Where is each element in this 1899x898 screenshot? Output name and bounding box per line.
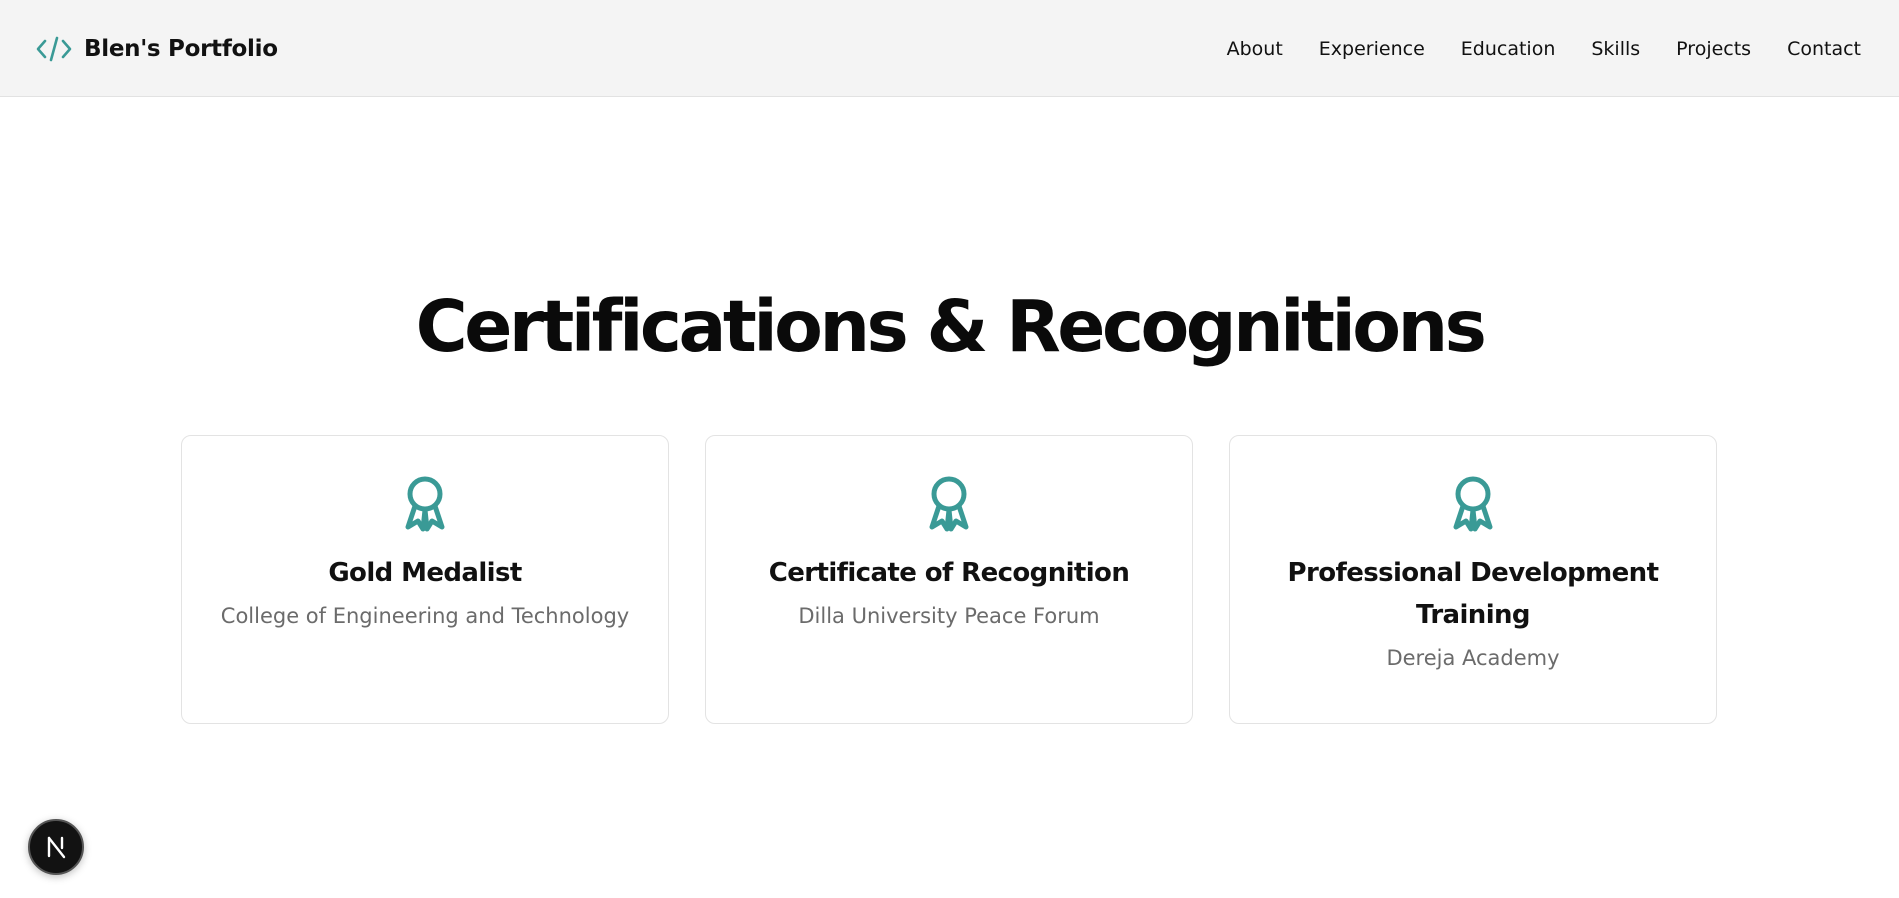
card-title: Certificate of Recognition <box>768 558 1130 588</box>
nav-link-education[interactable]: Education <box>1461 38 1556 60</box>
card-title: Gold Medalist <box>328 558 522 588</box>
certification-card: Professional Development Training Dereja… <box>1229 435 1717 724</box>
nav-link-experience[interactable]: Experience <box>1319 38 1425 60</box>
nav-link-projects[interactable]: Projects <box>1676 38 1751 60</box>
certification-card: Gold Medalist College of Engineering and… <box>181 435 669 724</box>
code-icon <box>36 34 72 64</box>
card-subtitle: College of Engineering and Technology <box>220 604 630 628</box>
award-icon <box>405 476 445 532</box>
award-icon <box>929 476 969 532</box>
card-title: Professional Development Training <box>1287 558 1659 630</box>
nextjs-icon <box>47 836 66 859</box>
card-subtitle: Dereja Academy <box>1386 646 1560 670</box>
section-title: Certifications & Recognitions <box>415 285 1487 368</box>
nav-link-contact[interactable]: Contact <box>1787 38 1861 60</box>
card-subtitle: Dilla University Peace Forum <box>798 604 1100 628</box>
certifications-list: Gold Medalist College of Engineering and… <box>181 435 1717 724</box>
award-icon <box>1453 476 1493 532</box>
nav-link-about[interactable]: About <box>1227 38 1283 60</box>
brand-title: Blen's Portfolio <box>84 35 278 62</box>
brand-link[interactable]: Blen's Portfolio <box>36 0 278 97</box>
top-navbar: Blen's Portfolio About Experience Educat… <box>0 0 1899 97</box>
nextjs-dev-badge[interactable] <box>28 819 84 875</box>
certification-card: Certificate of Recognition Dilla Univers… <box>705 435 1193 724</box>
nav-link-skills[interactable]: Skills <box>1591 38 1640 60</box>
main-nav: About Experience Education Skills Projec… <box>1227 0 1861 97</box>
